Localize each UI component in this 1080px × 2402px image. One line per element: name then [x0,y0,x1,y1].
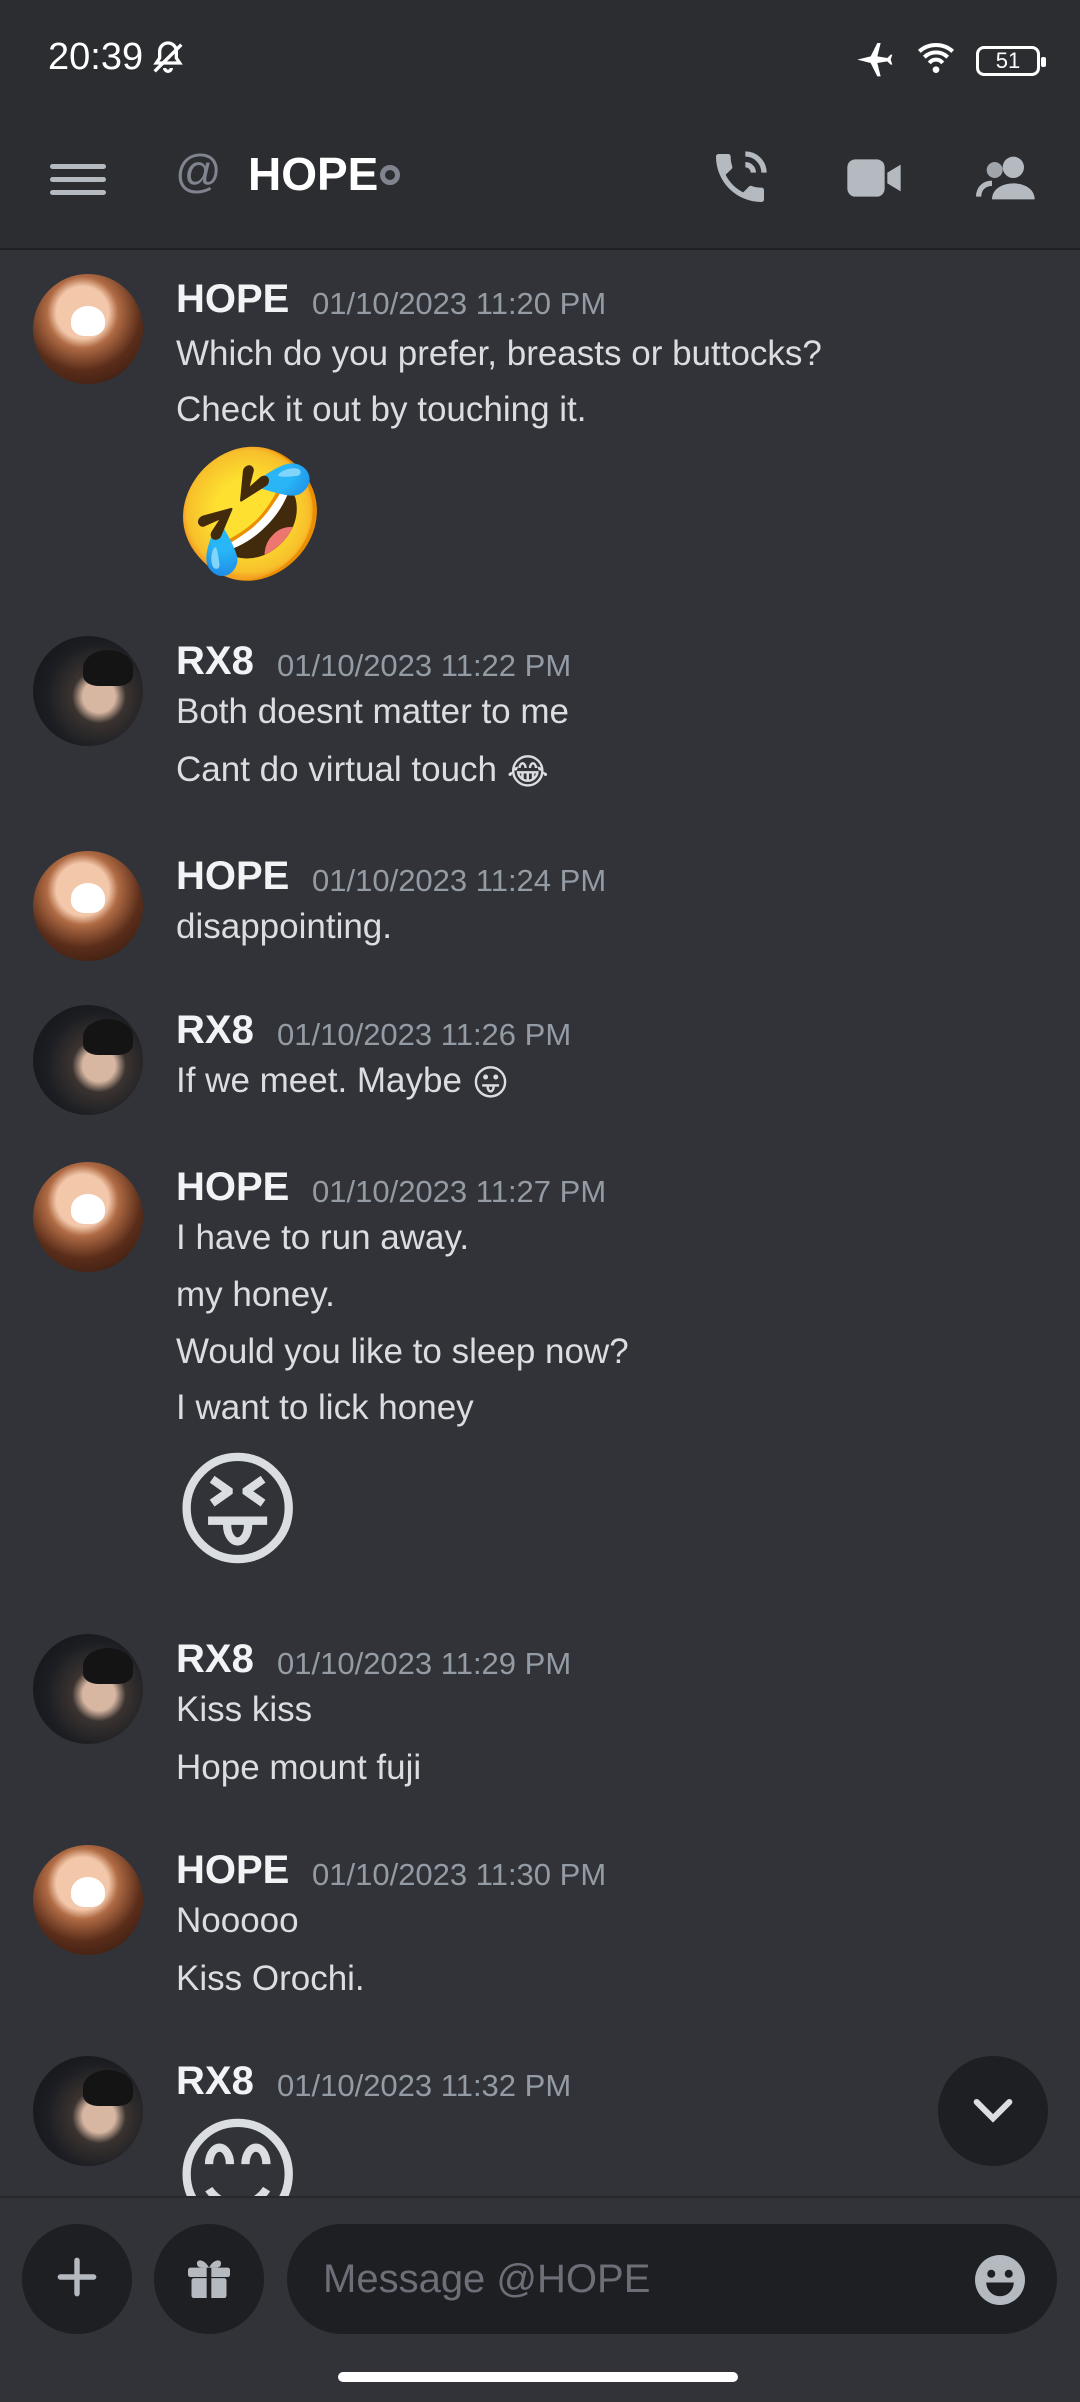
status-bar: 20:39 51 [0,0,1080,120]
jump-to-bottom-button[interactable] [938,2056,1048,2166]
airplane-icon [852,38,896,83]
gift-button[interactable] [154,2224,264,2334]
message-placeholder: Message @HOPE [323,2256,651,2301]
author-name[interactable]: HOPE [176,854,289,899]
message-text: Both doesnt matter to me [176,692,569,731]
message-timestamp: 01/10/2023 11:22 PM [277,648,572,683]
plus-icon [52,2252,102,2307]
message-text: my honey. [176,1275,335,1314]
message-input[interactable]: Message @HOPE [287,2224,1057,2334]
hamburger-icon[interactable] [50,156,106,212]
message-timestamp: 01/10/2023 11:27 PM [312,1174,607,1209]
message-text: If we meet. Maybe 😛 [176,1061,510,1103]
message-timestamp: 01/10/2023 11:29 PM [277,1646,572,1681]
message-text: Nooooo [176,1901,299,1940]
joy-emoji: 😂 [506,750,549,792]
author-name[interactable]: HOPE [176,277,289,322]
author-name[interactable]: RX8 [176,2059,254,2104]
message-text: disappointing. [176,907,392,946]
home-indicator [338,2372,738,2382]
status-icons: 51 [852,38,1046,83]
avatar[interactable] [33,636,143,746]
avatar[interactable] [33,1005,143,1115]
chevron-down-icon [965,2081,1021,2142]
battery-level: 51 [995,47,1021,73]
avatar[interactable] [33,1845,143,1955]
author-name[interactable]: RX8 [176,1008,254,1053]
message-list[interactable]: HOPE 01/10/2023 11:20 PM Which do you pr… [0,250,1080,2196]
message-text: Which do you prefer, breasts or buttocks… [176,334,822,373]
author-name[interactable]: HOPE [176,1848,289,1893]
avatar[interactable] [33,2056,143,2166]
status-time: 20:39 [48,36,144,78]
message-timestamp: 01/10/2023 11:32 PM [277,2068,572,2103]
emoji-icon[interactable] [970,2250,1030,2315]
avatar[interactable] [33,274,143,384]
message-text: Kiss Orochi. [176,1959,365,1998]
message-timestamp: 01/10/2023 11:24 PM [312,863,607,898]
rofl-emoji: 🤣 [172,444,329,585]
gift-icon [181,2249,237,2310]
header-actions [708,146,1040,215]
dm-title: HOPE [248,148,379,200]
phone-call-icon[interactable] [708,146,772,215]
message-timestamp: 01/10/2023 11:20 PM [312,286,607,321]
author-name[interactable]: HOPE [176,1165,289,1210]
message-text: Check it out by touching it. [176,390,587,429]
squinting-tongue-emoji: 😝 [172,1440,304,1581]
message-timestamp: 01/10/2023 11:30 PM [312,1857,607,1892]
offline-status-icon [380,165,400,185]
battery-indicator: 51 [976,45,1046,76]
video-camera-icon[interactable] [842,146,906,215]
at-icon: @ [175,145,222,197]
message-text: I have to run away. [176,1218,470,1257]
members-icon[interactable] [976,146,1040,215]
message-text: Hope mount fuji [176,1748,422,1787]
avatar[interactable] [33,851,143,961]
message-text: Cant do virtual touch 😂 [176,750,549,792]
tongue-emoji: 😛 [471,1061,510,1103]
avatar[interactable] [33,1162,143,1272]
message-text: Would you like to sleep now? [176,1332,629,1371]
wifi-icon [914,38,958,83]
author-name[interactable]: RX8 [176,639,254,684]
message-text: Kiss kiss [176,1690,313,1729]
bell-muted-icon [148,38,188,83]
channel-header: @ HOPE [0,120,1080,250]
add-attachment-button[interactable] [22,2224,132,2334]
message-text: I want to lick honey [176,1388,474,1427]
avatar[interactable] [33,1634,143,1744]
message-timestamp: 01/10/2023 11:26 PM [277,1017,572,1052]
author-name[interactable]: RX8 [176,1637,254,1682]
smiling-emoji: 😊 [172,2106,304,2197]
